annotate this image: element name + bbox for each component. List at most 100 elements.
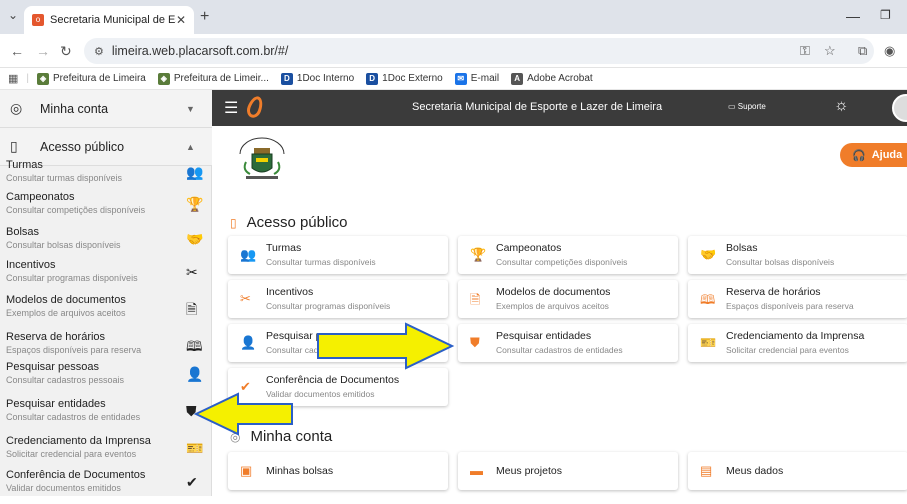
back-icon[interactable]: ← (10, 43, 24, 59)
browser-tab[interactable]: o Secretaria Municipal de Esporte ✕ (24, 6, 194, 34)
sidebar-item[interactable]: Incentivos Consultar programas disponívei… (0, 258, 212, 294)
document-icon: 🗎 (470, 292, 481, 307)
maximize-icon[interactable]: ❐ (880, 8, 891, 22)
support-button[interactable]: ▭ Suporte (728, 102, 766, 111)
feature-card[interactable]: 🕮 Reserva de horários Espaços disponíveis … (688, 280, 907, 318)
bookmark-star-icon[interactable]: ☆ (824, 43, 836, 59)
door-icon: ▯ (230, 215, 237, 230)
account-card-title: Minhas bolsas (266, 465, 334, 477)
sidebar-item-subtitle: Consultar programas disponíveis (6, 273, 138, 283)
person-search-icon: 👤 (240, 335, 257, 350)
sidebar-item[interactable]: Pesquisar entidades Consultar cadastros d… (0, 397, 212, 433)
sidebar-item-title: Pesquisar pessoas (6, 361, 99, 373)
sidebar-minha-conta-label: Minha conta (40, 101, 109, 116)
feature-card[interactable]: 🎫 Credenciamento da Imprensa Solicitar cre… (688, 324, 907, 362)
reload-icon[interactable]: ↻ (60, 43, 72, 60)
book-icon: 🕮 (700, 292, 716, 307)
sidebar-item[interactable]: Pesquisar pessoas Consultar cadastros pes… (0, 360, 212, 396)
incentive-icon: ✂ (240, 291, 251, 306)
sidebar-item[interactable]: Credenciamento da Imprensa Solicitar cred… (0, 434, 212, 470)
d-icon: D (280, 72, 293, 85)
trophy-icon: 🏆 (186, 196, 204, 212)
check-circle-icon: ✔ (186, 474, 198, 490)
app-title: Secretaria Municipal de Esporte e Lazer … (412, 101, 663, 113)
crest-icon: ◈ (37, 72, 50, 85)
feature-card[interactable]: 🗎 Modelos de documentos Exemplos de arquiv… (458, 280, 678, 318)
feature-card-title: Credenciamento da Imprensa (726, 330, 865, 342)
help-button[interactable]: 🎧 Ajuda (840, 143, 907, 167)
bookmark-item[interactable]: D 1Doc Interno (280, 72, 354, 85)
d-icon: D (366, 72, 379, 85)
feature-card[interactable]: ✂ Incentivos Consultar programas disponíve… (228, 280, 448, 318)
sidebar-item-subtitle: Validar documentos emitidos (6, 483, 121, 493)
address-bar-row: ← → ↻ ⚙ limeira.web.placarsoft.com.br/#/… (0, 34, 907, 68)
account-card[interactable]: ▬ Meus projetos (458, 452, 678, 490)
sidebar-item-title: Bolsas (6, 226, 40, 238)
apps-grid-icon[interactable]: ▦ (8, 72, 18, 85)
sidebar-item-title: Incentivos (6, 259, 56, 271)
feature-card[interactable]: 🤝 Bolsas Consultar bolsas disponíveis (688, 236, 907, 274)
feature-card-subtitle: Solicitar credencial para eventos (726, 345, 849, 355)
mail-icon: ✉ (454, 72, 467, 85)
url-field[interactable]: ⚙ limeira.web.placarsoft.com.br/#/ (84, 38, 874, 64)
badge-icon: 🎫 (186, 440, 204, 456)
sidebar-item[interactable]: Modelos de documentos Exemplos de arquivo… (0, 293, 212, 329)
help-label: Ajuda (871, 149, 903, 161)
badge-icon: 🎫 (700, 335, 717, 350)
bookmark-item[interactable]: ✉ E-mail (454, 72, 500, 85)
sidebar-item-subtitle: Consultar cadastros pessoais (6, 375, 125, 385)
feature-card-title: Pesquisar entidades (496, 330, 592, 342)
hamburger-menu-icon[interactable]: ☰ (224, 98, 238, 118)
sidebar-item-subtitle: Consultar competições disponíveis (6, 205, 146, 215)
sidebar-minha-conta[interactable]: ◎ Minha conta ▼ (0, 90, 212, 128)
site-info-icon[interactable]: ⚙ (94, 45, 104, 58)
sidebar-item-subtitle: Consultar cadastros de entidades (6, 412, 141, 422)
bookmark-item[interactable]: ◈ Prefeitura de Limeir... (157, 72, 269, 85)
profile-icon[interactable]: ◉ (884, 43, 895, 59)
feature-card-title: Conferência de Documentos (266, 374, 400, 386)
bookmark-item[interactable]: A Adobe Acrobat (511, 72, 593, 85)
app-logo[interactable] (244, 94, 266, 120)
account-card[interactable]: ▣ Minhas bolsas (228, 452, 448, 490)
sidebar-item[interactable]: Turmas Consultar turmas disponíveis 👥 (0, 158, 212, 194)
bookmark-item[interactable]: D 1Doc Externo (366, 72, 443, 85)
feature-card-title: Modelos de documentos (496, 286, 611, 298)
bookmark-label: Prefeitura de Limeira (53, 73, 146, 84)
id-card-icon: ▤ (700, 463, 713, 478)
close-tab-icon[interactable]: ✕ (176, 13, 186, 27)
bookmark-item[interactable]: ◈ Prefeitura de Limeira (37, 72, 146, 85)
sidebar-item-title: Campeonatos (6, 191, 75, 203)
feature-card-subtitle: Consultar bolsas disponíveis (726, 257, 835, 267)
feature-card-subtitle: Exemplos de arquivos aceitos (496, 301, 609, 311)
sidebar-item-subtitle: Exemplos de arquivos aceitos (6, 308, 126, 318)
folder-icon: ▬ (470, 463, 483, 478)
incentive-icon: ✂ (186, 264, 198, 280)
chevron-up-icon: ▲ (186, 141, 195, 152)
annotation-arrow-right (317, 322, 455, 370)
bookmark-label: E-mail (470, 73, 500, 84)
sidebar-item-title: Reserva de horários (6, 331, 106, 343)
extensions-icon[interactable]: ⧉ (858, 43, 867, 59)
bookmarks-bar: ▦ | ◈ Prefeitura de Limeira ◈ Prefeitura de… (0, 68, 907, 90)
new-tab-icon[interactable]: + (200, 8, 209, 26)
feature-card-title: Turmas (266, 242, 302, 254)
sidebar-item[interactable]: Conferência de Documentos Validar documen… (0, 468, 212, 504)
sidebar-item[interactable]: Campeonatos Consultar competições disponí… (0, 190, 212, 226)
app-top-bar: ☰ Secretaria Municipal de Esporte e Laze… (212, 90, 907, 126)
user-avatar[interactable] (892, 94, 907, 122)
account-card-title: Meus dados (726, 465, 784, 477)
forward-icon[interactable]: → (36, 43, 50, 59)
password-key-icon[interactable]: ⚿ (800, 43, 810, 59)
sidebar: ◎ Minha conta ▼ ▯ Acesso público ▲ Turma… (0, 90, 212, 496)
feature-card-subtitle: Consultar competições disponíveis (496, 257, 628, 267)
account-card[interactable]: ▤ Meus dados (688, 452, 907, 490)
theme-toggle-icon[interactable]: ☼ (834, 97, 849, 115)
tab-search-icon[interactable]: ⌄ (8, 8, 18, 22)
minimize-icon[interactable]: — (846, 8, 860, 24)
sidebar-item[interactable]: Bolsas Consultar bolsas disponíveis 🤝 (0, 225, 212, 261)
sidebar-item-subtitle: Consultar turmas disponíveis (6, 173, 123, 183)
feature-card[interactable]: 🏆 Campeonatos Consultar competições dispon… (458, 236, 678, 274)
feature-card[interactable]: ⛊ Pesquisar entidades Consultar cadastros … (458, 324, 678, 362)
feature-card[interactable]: 👥 Turmas Consultar turmas disponíveis (228, 236, 448, 274)
document-icon: 🗎 (186, 301, 198, 317)
